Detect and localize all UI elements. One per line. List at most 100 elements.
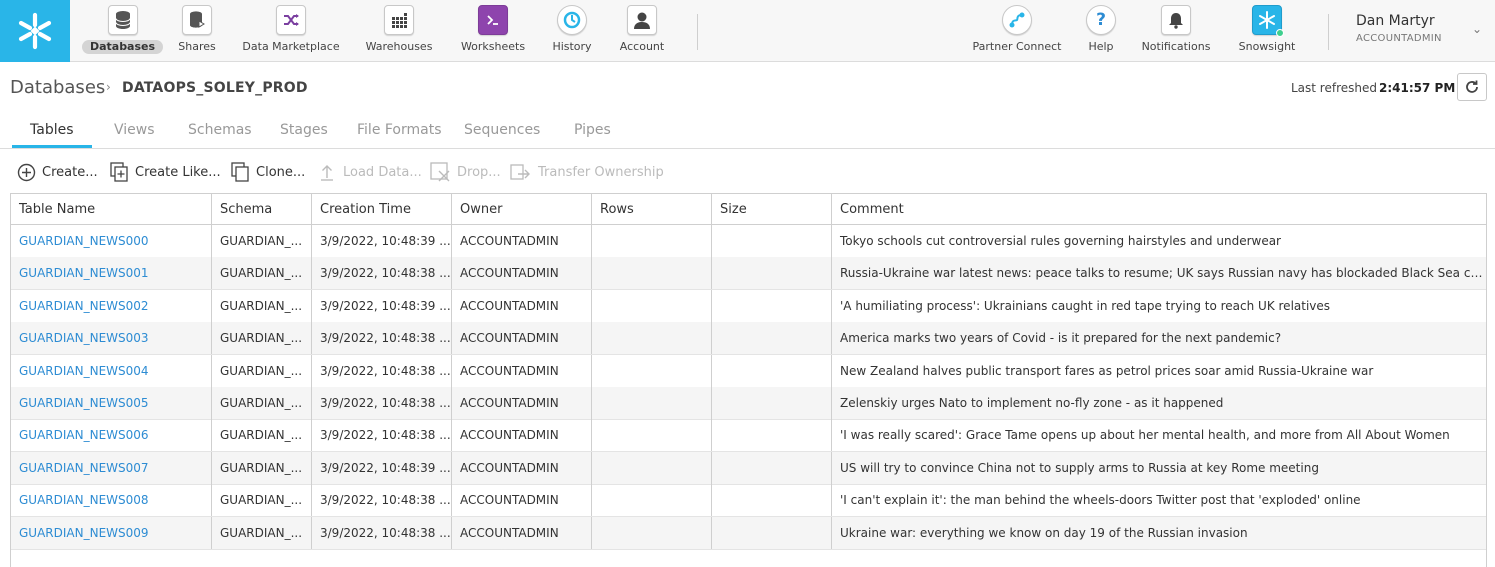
top-navigation-bar: Databases Shares Data Marketplace Wareho… [0,0,1495,62]
load-data-button[interactable]: Load Data... [318,161,422,183]
table-name-link[interactable]: GUARDIAN_NEWS001 [11,257,211,289]
rows-cell [591,451,711,484]
warehouse-icon [384,5,414,35]
column-header-size[interactable]: Size [711,194,831,225]
page-title: DATAOPS_SOLEY_PROD [122,80,308,96]
tab-views[interactable]: Views [114,122,155,138]
nav-snowsight[interactable]: Snowsight [1234,0,1300,62]
table-name-link[interactable]: GUARDIAN_NEWS000 [11,225,211,257]
column-header-rows[interactable]: Rows [591,194,711,225]
nav-label: Partner Connect [972,40,1062,53]
size-cell [711,354,831,387]
schema-cell: GUARDIAN_... [211,225,311,257]
create-like-button[interactable]: Create Like... [110,161,221,183]
table-row[interactable]: GUARDIAN_NEWS001 GUARDIAN_... 3/9/2022, 10… [11,257,1486,291]
tab-schemas[interactable]: Schemas [188,122,252,138]
table-name-link[interactable]: GUARDIAN_NEWS004 [11,355,211,387]
tab-sequences[interactable]: Sequences [464,122,540,138]
last-refreshed-label: Last refreshed [1291,81,1377,95]
active-tab-indicator [12,145,92,148]
nav-data-marketplace[interactable]: Data Marketplace [240,0,342,62]
table-row[interactable]: GUARDIAN_NEWS003 GUARDIAN_... 3/9/2022, 10… [11,322,1486,356]
column-header-owner[interactable]: Owner [451,194,591,225]
table-row[interactable]: GUARDIAN_NEWS007 GUARDIAN_... 3/9/2022, 10… [11,451,1486,485]
owner-cell: ACCOUNTADMIN [451,419,591,452]
creation-time-cell: 3/9/2022, 10:48:38 ... [311,257,451,290]
nav-notifications[interactable]: Notifications [1138,0,1214,62]
table-name-link[interactable]: GUARDIAN_NEWS008 [11,484,211,516]
drop-button[interactable]: Drop... [430,161,501,183]
comment-cell: Tokyo schools cut controversial rules go… [831,225,1486,257]
tab-bar: Tables Views Schemas Stages File Formats… [0,114,1495,149]
snowsight-icon [1252,5,1284,37]
nav-label: Databases [81,40,164,54]
chevron-down-icon[interactable]: ⌄ [1472,22,1482,36]
size-cell [711,225,831,257]
clone-label: Clone... [256,164,306,180]
rows-cell [591,354,711,387]
nav-worksheets[interactable]: Worksheets [457,0,529,62]
owner-cell: ACCOUNTADMIN [451,516,591,549]
column-header-creation-time[interactable]: Creation Time [311,194,451,225]
create-button[interactable]: Create... [17,161,98,183]
database-icon [107,5,138,35]
nav-warehouses[interactable]: Warehouses [362,0,436,62]
owner-cell: ACCOUNTADMIN [451,322,591,355]
history-icon [557,5,587,35]
table-row[interactable]: GUARDIAN_NEWS002 GUARDIAN_... 3/9/2022, 10… [11,289,1486,323]
tab-file-formats[interactable]: File Formats [357,122,442,138]
size-cell [711,289,831,322]
table-row[interactable]: GUARDIAN_NEWS009 GUARDIAN_... 3/9/2022, 10… [11,516,1486,550]
refresh-button[interactable] [1457,73,1487,101]
comment-cell: 'I can't explain it': the man behind the… [831,484,1486,517]
table-header: Table Name Schema Creation Time Owner Ro… [11,194,1486,225]
table-row[interactable]: GUARDIAN_NEWS005 GUARDIAN_... 3/9/2022, 10… [11,387,1486,420]
copy-plus-icon [110,162,128,182]
nav-label: Data Marketplace [242,40,340,53]
nav-account[interactable]: Account [616,0,668,62]
column-header-comment[interactable]: Comment [831,194,1486,225]
transfer-ownership-button[interactable]: Transfer Ownership [510,161,664,183]
owner-cell: ACCOUNTADMIN [451,257,591,290]
table-row[interactable]: GUARDIAN_NEWS008 GUARDIAN_... 3/9/2022, 10… [11,484,1486,518]
breadcrumb-databases[interactable]: Databases [10,77,105,98]
snowflake-logo[interactable] [0,0,70,62]
table-row[interactable]: GUARDIAN_NEWS006 GUARDIAN_... 3/9/2022, 10… [11,419,1486,453]
partner-connect-icon [1002,5,1032,35]
creation-time-cell: 3/9/2022, 10:48:38 ... [311,419,451,452]
table-name-link[interactable]: GUARDIAN_NEWS009 [11,517,211,549]
clone-button[interactable]: Clone... [231,161,305,183]
nav-partner-connect[interactable]: Partner Connect [969,0,1065,62]
table-row[interactable]: GUARDIAN_NEWS000 GUARDIAN_... 3/9/2022, 10… [11,225,1486,258]
user-name[interactable]: Dan Martyr [1356,13,1435,29]
column-header-table-name[interactable]: Table Name [11,194,211,225]
tab-tables[interactable]: Tables [30,122,74,138]
tab-stages[interactable]: Stages [280,122,328,138]
schema-cell: GUARDIAN_... [211,257,311,290]
creation-time-cell: 3/9/2022, 10:48:39 ... [311,289,451,322]
account-icon [627,5,657,35]
table-name-link[interactable]: GUARDIAN_NEWS002 [11,290,211,322]
nav-divider [697,14,698,50]
schema-cell: GUARDIAN_... [211,451,311,484]
nav-shares[interactable]: Shares [174,0,220,62]
tab-pipes[interactable]: Pipes [574,122,611,138]
nav-history[interactable]: History [548,0,596,62]
table-name-link[interactable]: GUARDIAN_NEWS005 [11,387,211,419]
schema-cell: GUARDIAN_... [211,419,311,452]
comment-cell: Ukraine war: everything we know on day 1… [831,516,1486,549]
help-icon: ? [1086,5,1116,35]
schema-cell: GUARDIAN_... [211,322,311,355]
comment-cell: Russia-Ukraine war latest news: peace ta… [831,257,1486,290]
nav-help[interactable]: ? Help [1082,0,1120,62]
user-role: ACCOUNTADMIN [1356,33,1442,44]
owner-cell: ACCOUNTADMIN [451,289,591,322]
table-name-link[interactable]: GUARDIAN_NEWS006 [11,419,211,451]
column-header-schema[interactable]: Schema [211,194,311,225]
nav-label: Shares [178,40,216,53]
nav-databases[interactable]: Databases [81,0,164,62]
table-name-link[interactable]: GUARDIAN_NEWS003 [11,322,211,354]
table-row[interactable]: GUARDIAN_NEWS004 GUARDIAN_... 3/9/2022, 10… [11,354,1486,388]
table-name-link[interactable]: GUARDIAN_NEWS007 [11,452,211,484]
comment-cell: New Zealand halves public transport fare… [831,354,1486,387]
